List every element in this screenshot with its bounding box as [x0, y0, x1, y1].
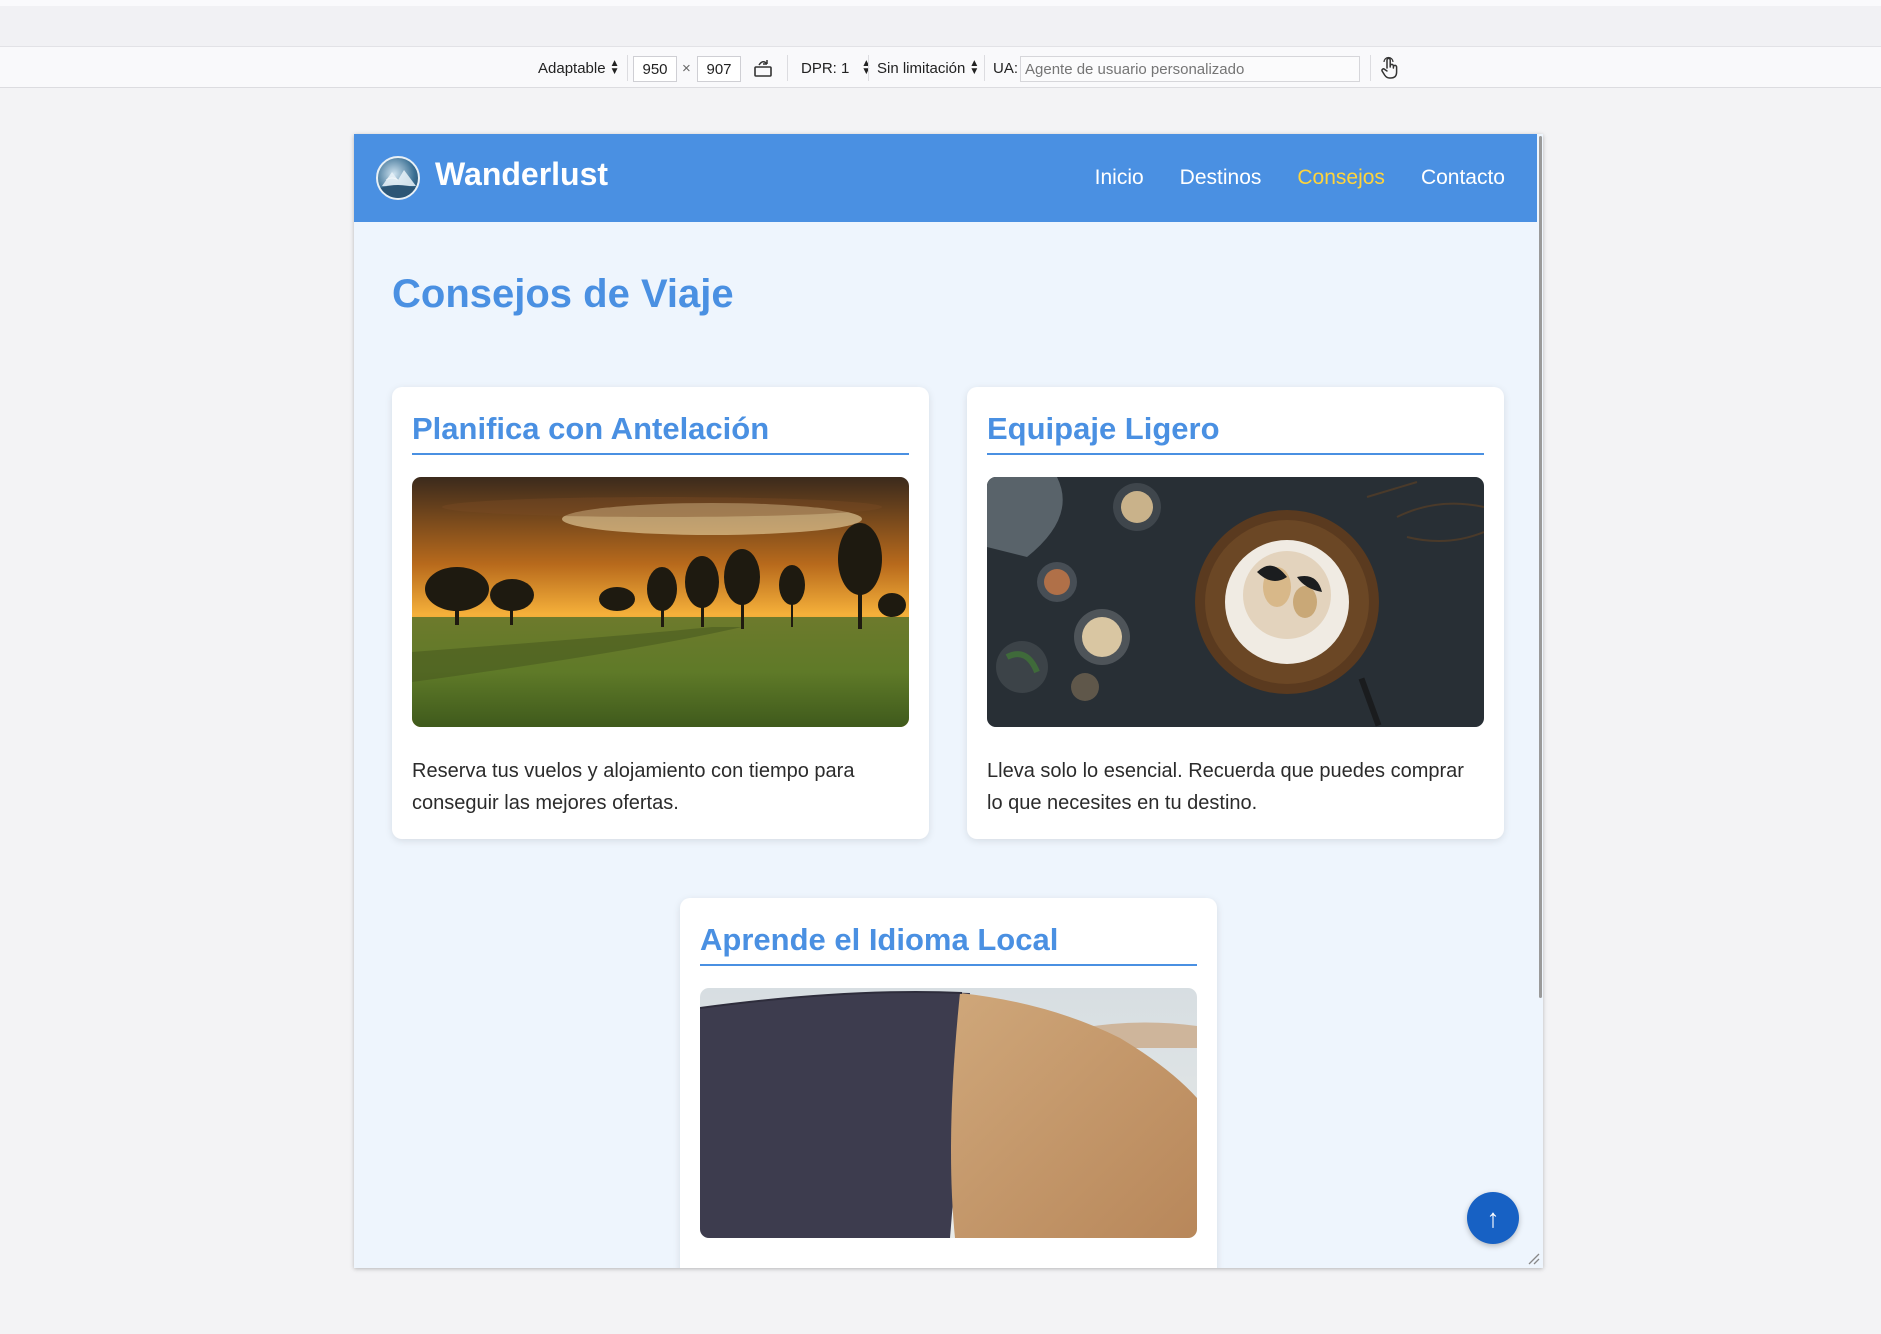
user-agent-input[interactable] — [1020, 56, 1360, 82]
scroll-thumb[interactable] — [1539, 136, 1542, 998]
main-nav: Inicio Destinos Consejos Contacto — [1095, 134, 1505, 222]
viewport-height-input[interactable]: 907 — [697, 56, 741, 82]
card-title: Equipaje Ligero — [987, 411, 1484, 455]
mountain-globe-icon — [380, 170, 416, 198]
responsive-design-toolbar: Adaptable ▲ ▼ 950 × 907 DPR: 1 ▲ ▼ Sin lim… — [0, 46, 1881, 88]
dessert-table-image — [987, 477, 1484, 727]
site-header: Wanderlust Inicio Destinos Consejos Cont… — [354, 134, 1537, 222]
ua-label: UA: — [993, 59, 1019, 77]
updown-icon: ▲ ▼ — [969, 58, 980, 77]
card-title: Aprende el Idioma Local — [700, 922, 1197, 966]
card-title: Planifica con Antelación — [412, 411, 909, 455]
dpr-selector[interactable]: DPR: 1 ▲ ▼ — [801, 47, 871, 89]
nav-item-contacto[interactable]: Contacto — [1421, 166, 1505, 190]
responsive-viewport: Wanderlust Inicio Destinos Consejos Cont… — [354, 134, 1543, 1268]
sand-dune-image — [700, 988, 1197, 1238]
resize-grip-icon[interactable] — [1525, 1250, 1541, 1266]
card-text: Lleva solo lo esencial. Recuerda que pue… — [987, 760, 1464, 814]
tip-card: Equipaje Ligero Lleva solo lo esencial. … — [967, 387, 1504, 839]
times-sign: × — [682, 59, 691, 77]
device-selector[interactable]: Adaptable ▲ ▼ — [538, 47, 619, 89]
nav-item-inicio[interactable]: Inicio — [1095, 166, 1144, 190]
touch-hand-icon — [1381, 56, 1398, 79]
dpr-label: DPR: 1 — [801, 59, 850, 77]
site-logo[interactable] — [376, 156, 420, 200]
back-to-top-button[interactable]: ↑ — [1467, 1192, 1519, 1244]
throttle-selector[interactable]: Sin limitación ▲ ▼ — [877, 47, 979, 89]
card-text: Reserva tus vuelos y alojamiento con tie… — [412, 760, 855, 814]
nav-item-destinos[interactable]: Destinos — [1180, 166, 1262, 190]
nav-item-consejos[interactable]: Consejos — [1297, 166, 1385, 190]
tip-card: Planifica con Antelación Reserva tus vue… — [392, 387, 929, 839]
page-title: Consejos de Viaje — [392, 272, 734, 316]
updown-icon: ▲ ▼ — [609, 58, 620, 77]
site-brand[interactable]: Wanderlust — [435, 156, 608, 193]
rotate-button[interactable] — [752, 47, 774, 89]
rotate-icon — [754, 60, 772, 77]
touch-simulation-button[interactable] — [1379, 47, 1401, 89]
tip-card: Aprende el Idioma Local — [680, 898, 1217, 1268]
browser-tab-strip — [0, 0, 1881, 46]
device-selector-label: Adaptable — [538, 59, 606, 77]
vertical-scrollbar[interactable] — [1537, 134, 1543, 1268]
throttle-label: Sin limitación — [877, 59, 966, 77]
sunset-meadow-image — [412, 477, 909, 727]
updown-icon: ▲ ▼ — [861, 58, 872, 77]
viewport-width-input[interactable]: 950 — [633, 56, 677, 82]
